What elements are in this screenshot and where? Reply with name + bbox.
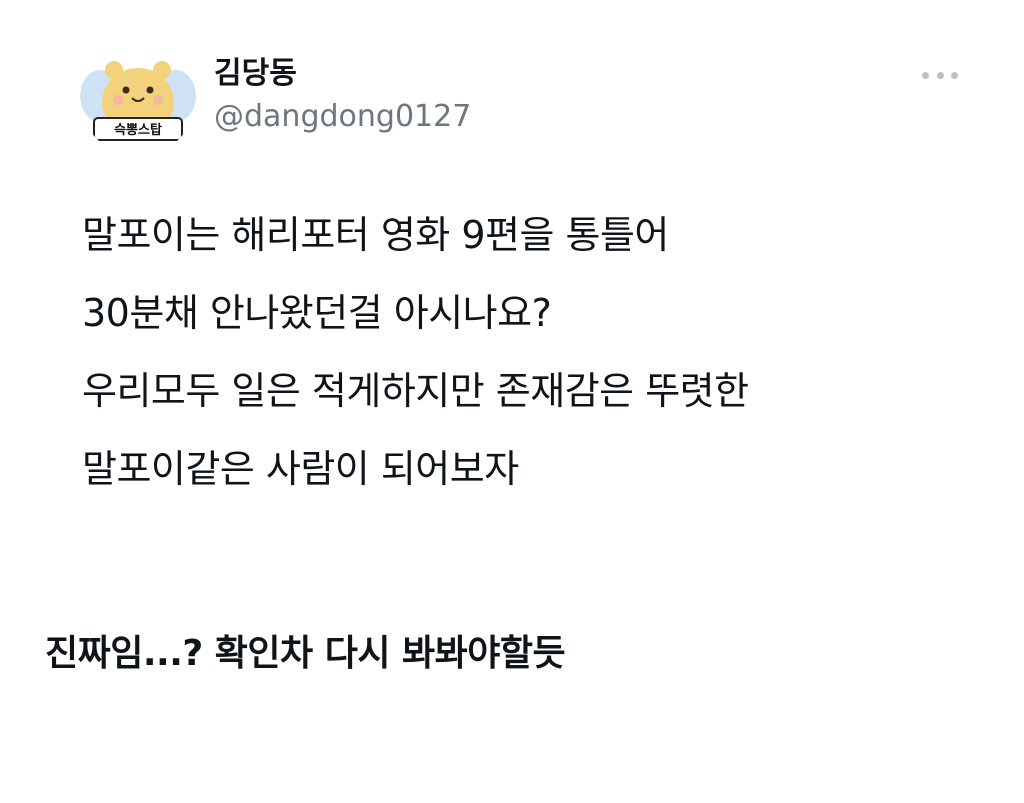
- tweet-text-line: 우리모두 일은 적게하지만 존재감은 뚜렷한: [82, 369, 749, 413]
- caption-text: 진짜임...? 확인차 다시 봐봐야할듯: [45, 633, 566, 674]
- avatar[interactable]: 슥뽕스탑: [80, 40, 196, 156]
- more-horizontal-icon: [936, 71, 944, 79]
- avatar-banner-text: 슥뽕스탑: [114, 123, 162, 138]
- author-name[interactable]: 김당동: [214, 56, 297, 92]
- more-horizontal-icon: [922, 71, 929, 79]
- more-options-button[interactable]: [920, 60, 960, 90]
- tweet-text: 말포이는 해리포터 영화 9편을 통틀어 30분채 안나왔던걸 아시나요? 우리…: [82, 196, 982, 508]
- hamster-avatar-icon: 슥뽕스탑: [80, 40, 196, 156]
- tweet-text-line: 30분채 안나왔던걸 아시나요?: [82, 291, 552, 335]
- tweet-header: 슥뽕스탑 김당동 @dangdong0127: [80, 40, 960, 158]
- tweet-text-line: 말포이같은 사람이 되어보자: [82, 447, 519, 491]
- more-horizontal-icon: [951, 71, 958, 79]
- tweet-text-line: 말포이는 해리포터 영화 9편을 통틀어: [82, 213, 669, 257]
- author-handle[interactable]: @dangdong0127: [214, 98, 471, 136]
